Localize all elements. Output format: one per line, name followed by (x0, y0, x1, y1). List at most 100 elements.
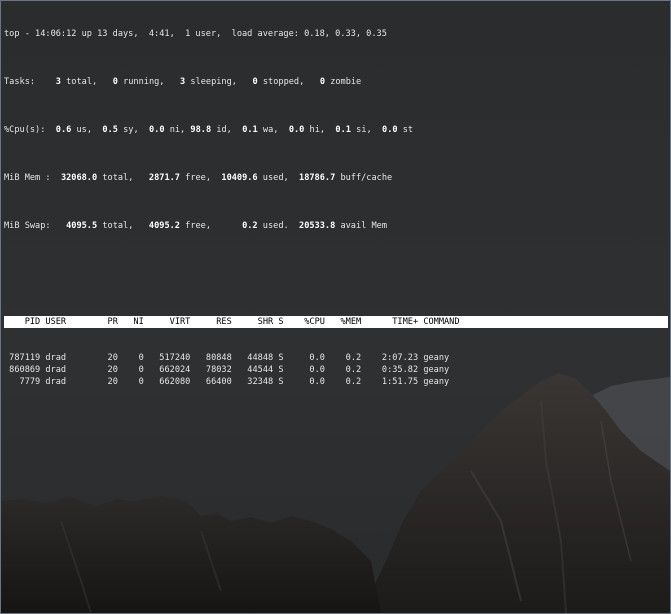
cpu-us-label: us, (76, 125, 93, 135)
column-header-command: COMMAND (423, 317, 465, 327)
cell-user: drad (45, 377, 92, 387)
table-row[interactable]: 7779 drad 20 0 662080 66400 32348 S 0.0 … (4, 376, 668, 388)
cpu-ni: 0.0 (148, 125, 165, 135)
cell-s: S (278, 365, 289, 375)
cell-cpu: 0.0 (293, 377, 325, 387)
tasks-total: 3 (55, 77, 61, 87)
swap-line: MiB Swap: 4095.5 total, 4095.2 free, 0.2… (4, 220, 668, 232)
swap-total-label: total, (102, 221, 134, 231)
cell-command: geany (423, 365, 465, 375)
cell-ni: 0 (123, 365, 144, 375)
top-output[interactable]: top - 14:06:12 up 13 days, 4:41, 1 user,… (4, 4, 668, 412)
cell-mem: 0.2 (330, 377, 362, 387)
column-header-shr: SHR (236, 317, 274, 327)
mem-buff-label: buff/cache (340, 173, 393, 183)
cell-pid: 7779 (4, 377, 41, 387)
column-header-virt: VIRT (148, 317, 191, 327)
swap-used: 0.2 (242, 221, 258, 231)
swap-free: 4095.2 (148, 221, 180, 231)
tasks-sleeping: 3 (180, 77, 186, 87)
cell-shr: 44848 (236, 353, 274, 363)
tasks-zombie-label: zombie (330, 77, 362, 87)
swap-free-label: free, (185, 221, 212, 231)
column-header-ni: NI (123, 317, 144, 327)
cell-virt: 662024 (148, 365, 191, 375)
mem-used-label: used, (262, 173, 289, 183)
cpu-id-label: id, (216, 125, 232, 135)
mem-label: MiB Mem : (4, 173, 51, 183)
mem-total-label: total, (102, 173, 134, 183)
cpu-id: 98.8 (190, 125, 212, 135)
cpu-sy-label: sy, (123, 125, 139, 135)
mem-buff: 18786.7 (299, 173, 336, 183)
cell-shr: 44544 (236, 365, 274, 375)
cpu-line: %Cpu(s): 0.6 us, 0.5 sy, 0.0 ni, 98.8 id… (4, 124, 668, 136)
tasks-running-label: running, (123, 77, 165, 87)
table-row[interactable]: 787119 drad 20 0 517240 80848 44848 S 0.… (4, 352, 668, 364)
column-header-time: TIME+ (366, 317, 419, 327)
cell-pr: 20 (97, 353, 118, 363)
cpu-us: 0.6 (55, 125, 72, 135)
cell-pid: 860869 (4, 365, 41, 375)
swap-avail: 20533.8 (299, 221, 336, 231)
column-header-pr: PR (97, 317, 118, 327)
cell-cpu: 0.0 (293, 365, 325, 375)
cell-mem: 0.2 (330, 353, 362, 363)
process-table-body[interactable]: 787119 drad 20 0 517240 80848 44848 S 0.… (4, 352, 668, 388)
mem-used: 10409.6 (221, 173, 258, 183)
cpu-label: %Cpu(s): (4, 125, 46, 135)
cpu-wa: 0.1 (242, 125, 258, 135)
cell-s: S (278, 353, 289, 363)
cell-pr: 20 (97, 377, 118, 387)
cpu-wa-label: wa, (262, 125, 279, 135)
cell-virt: 662080 (148, 377, 191, 387)
tasks-total-label: total, (66, 77, 98, 87)
cell-res: 78032 (195, 365, 232, 375)
cell-mem: 0.2 (330, 365, 362, 375)
column-header-res: RES (195, 317, 232, 327)
cpu-st-label: st (402, 125, 414, 135)
cell-time: 2:07.23 (366, 353, 419, 363)
cell-pr: 20 (97, 365, 118, 375)
cpu-sy: 0.5 (102, 125, 118, 135)
cell-command: geany (423, 377, 465, 387)
cpu-si-label: si, (356, 125, 372, 135)
terminal-window[interactable]: top - 14:06:12 up 13 days, 4:41, 1 user,… (0, 0, 671, 614)
mem-line: MiB Mem : 32068.0 total, 2871.7 free, 10… (4, 172, 668, 184)
cell-command: geany (423, 353, 465, 363)
column-header-mem: %MEM (330, 317, 362, 327)
process-table-header: PID USER PR NI VIRT RES SHR S %CPU %MEM … (4, 316, 668, 328)
table-row[interactable]: 860869 drad 20 0 662024 78032 44544 S 0.… (4, 364, 668, 376)
mem-total: 32068.0 (60, 173, 98, 183)
swap-total: 4095.5 (66, 221, 98, 231)
cell-pid: 787119 (4, 353, 41, 363)
mem-free-label: free, (185, 173, 212, 183)
cell-time: 0:35.82 (366, 365, 419, 375)
column-header-s: S (278, 317, 289, 327)
cell-res: 80848 (195, 353, 232, 363)
cell-s: S (278, 377, 289, 387)
cpu-si: 0.1 (335, 125, 351, 135)
tasks-stopped: 0 (252, 77, 258, 87)
cell-virt: 517240 (148, 353, 191, 363)
tasks-stopped-label: stopped, (262, 77, 305, 87)
cpu-hi-label: hi, (309, 125, 326, 135)
tasks-running: 0 (112, 77, 118, 87)
cell-ni: 0 (123, 353, 144, 363)
swap-label: MiB Swap: (4, 221, 51, 231)
swap-used-label: used. (262, 221, 289, 231)
tasks-line: Tasks: 3 total, 0 running, 3 sleeping, 0… (4, 76, 668, 88)
cell-shr: 32348 (236, 377, 274, 387)
cell-cpu: 0.0 (293, 353, 325, 363)
cell-ni: 0 (123, 377, 144, 387)
uptime-line: top - 14:06:12 up 13 days, 4:41, 1 user,… (4, 29, 387, 39)
cpu-st: 0.0 (382, 125, 398, 135)
swap-avail-label: avail Mem (340, 221, 388, 231)
tasks-zombie: 0 (319, 77, 325, 87)
mem-free: 2871.7 (148, 173, 180, 183)
cell-user: drad (45, 365, 92, 375)
tasks-label: Tasks: (4, 77, 36, 87)
cpu-hi: 0.0 (288, 125, 305, 135)
cell-res: 66400 (195, 377, 232, 387)
